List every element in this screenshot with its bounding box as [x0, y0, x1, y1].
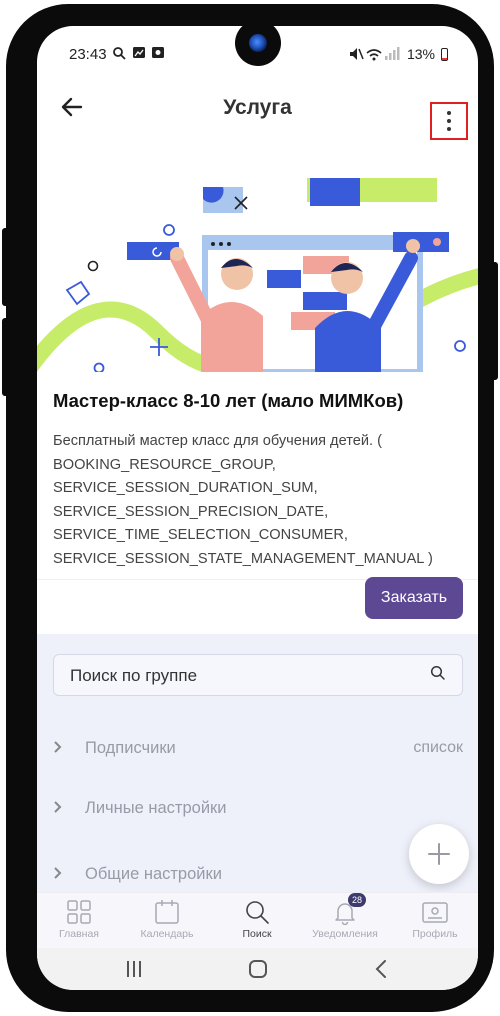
service-title: Мастер-класс 8-10 лет (мало МИМКов)	[53, 390, 404, 411]
chevron-right-icon	[53, 866, 71, 882]
group-search-box[interactable]	[53, 654, 463, 696]
more-options-icon[interactable]	[430, 102, 468, 140]
grid-icon	[67, 900, 91, 924]
nav-home[interactable]: Главная	[37, 899, 121, 940]
chevron-right-icon	[53, 740, 71, 756]
status-right: 13%	[349, 46, 448, 62]
nav-profile[interactable]: Профиль	[393, 899, 477, 940]
service-description: Бесплатный мастер класс для обучения дет…	[53, 433, 433, 567]
bell-icon-wrap: 28	[332, 893, 366, 926]
row-label: Личные настройки	[85, 798, 227, 817]
nav-label: Уведомления	[312, 928, 378, 940]
row-extra-link[interactable]: список	[413, 739, 463, 757]
row-personal-settings[interactable]: Личные настройки	[53, 790, 463, 826]
row-label: Общие настройки	[85, 864, 222, 883]
status-time: 23:43	[69, 46, 107, 63]
add-fab-button[interactable]	[409, 824, 469, 884]
order-button[interactable]: Заказать	[365, 577, 463, 619]
nav-search[interactable]: Поиск	[215, 899, 299, 940]
battery-icon	[441, 47, 448, 61]
hero-illustration	[37, 142, 478, 372]
group-panel: Подписчики список Личные настройки Общие…	[37, 634, 478, 914]
recent-apps-icon[interactable]	[119, 958, 149, 980]
row-general-settings[interactable]: Общие настройки	[53, 856, 463, 892]
page-title: Услуга	[223, 96, 292, 119]
row-label: Подписчики	[85, 738, 176, 757]
bottom-nav: Главная Календарь Поиск 28 Уведомления П…	[37, 892, 478, 948]
group-search-input[interactable]	[70, 664, 400, 688]
nav-label: Главная	[59, 928, 99, 940]
status-notification-icons	[113, 47, 164, 60]
app-header: Услуга	[37, 78, 478, 142]
mute-wifi-signal-icons	[349, 47, 400, 61]
search-icon[interactable]	[430, 665, 446, 681]
search-icon	[246, 901, 269, 924]
nav-calendar[interactable]: Календарь	[125, 899, 209, 940]
back-icon[interactable]	[367, 958, 397, 980]
home-icon[interactable]	[243, 958, 273, 980]
profile-icon	[422, 902, 448, 923]
screen: 23:43 13% Услуга Мастер-класс 8-10 лет (…	[37, 26, 478, 990]
nav-notifications[interactable]: 28 Уведомления	[303, 893, 387, 940]
notification-badge: 28	[348, 893, 366, 907]
nav-label: Профиль	[412, 928, 458, 940]
battery-percent: 13%	[406, 46, 435, 62]
chevron-right-icon	[53, 800, 71, 816]
front-camera	[235, 20, 281, 66]
nav-label: Поиск	[242, 928, 272, 940]
nav-label: Календарь	[140, 928, 194, 940]
calendar-icon	[155, 900, 179, 924]
system-nav-bar	[37, 948, 478, 990]
collaboration-illustration	[37, 178, 478, 372]
row-subscribers[interactable]: Подписчики список	[53, 730, 463, 766]
notification-icons	[113, 46, 175, 63]
plus-icon	[428, 843, 450, 865]
phone-frame: 23:43 13% Услуга Мастер-класс 8-10 лет (…	[6, 4, 494, 1012]
